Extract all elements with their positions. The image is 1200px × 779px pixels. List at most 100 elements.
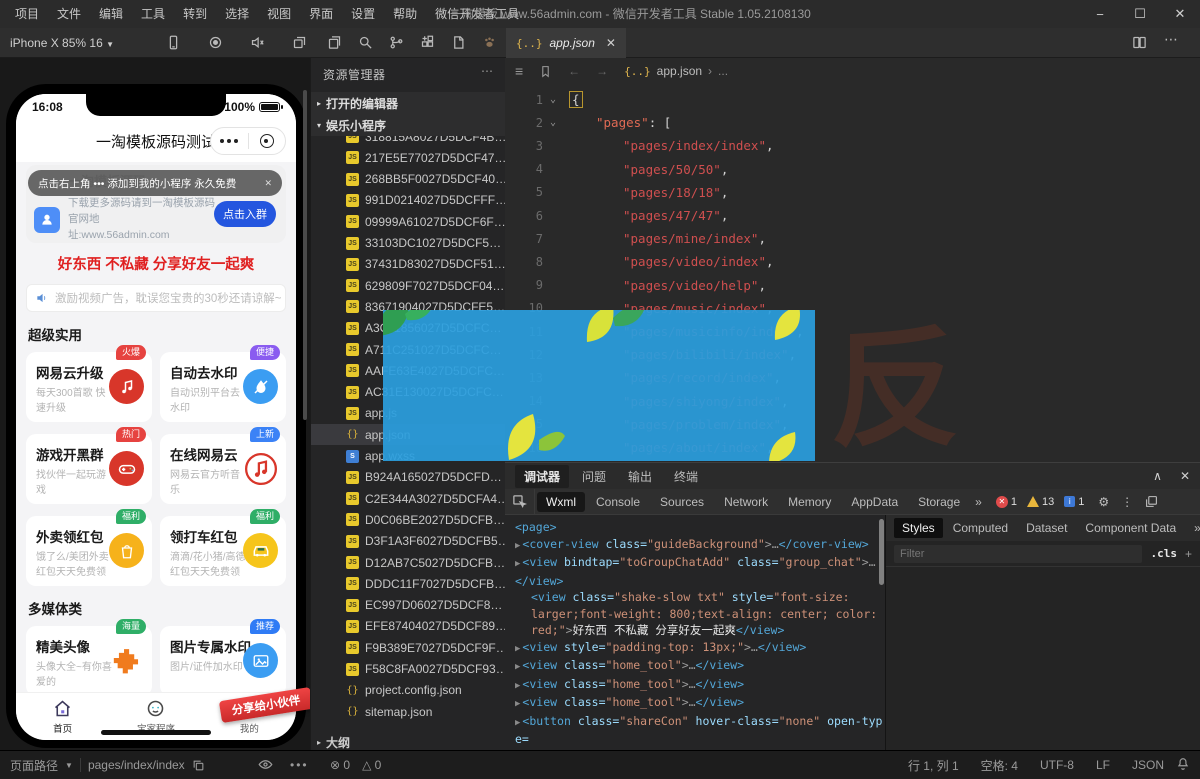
close-button[interactable]: ✕ (1160, 0, 1200, 28)
explorer-more-icon[interactable]: ⋯ (481, 64, 493, 78)
file-row-F9B389E7027D5DCF9F[interactable]: JSF9B389E7027D5DCF9F… (311, 637, 505, 658)
styles-tab-dataset[interactable]: Dataset (1018, 518, 1075, 538)
menu-item-7[interactable]: 界面 (300, 0, 342, 28)
list-icon[interactable]: ≡ (515, 63, 523, 79)
code-line-3[interactable]: 3"pages/index/index", (505, 134, 1200, 157)
file-row-629809F7027D5DCF04[interactable]: JS629809F7027D5DCF04… (311, 275, 505, 296)
file-row-C2E344A3027D5DCFA4[interactable]: JSC2E344A3027D5DCFA4… (311, 488, 505, 509)
code-line-8[interactable]: 8"pages/video/index", (505, 250, 1200, 273)
wxml-node[interactable]: ▶<view class="home_tool">…</view> (511, 657, 883, 676)
devtools-tab-appdata[interactable]: AppData (842, 492, 907, 512)
problems-summary[interactable]: ⊗ 0 △ 0 (330, 751, 381, 779)
file-row-EC997D06027D5DCF8[interactable]: JSEC997D06027D5DCF8… (311, 595, 505, 616)
tool-card-在线网易云[interactable]: 上新在线网易云网易云官方听音乐 (160, 434, 286, 504)
page-path-value[interactable]: pages/index/index (88, 758, 185, 772)
wxml-node[interactable]: ▶<button class="shareCon" hover-class="n… (511, 713, 883, 748)
style-filter-input[interactable] (894, 545, 1142, 563)
menu-item-8[interactable]: 设置 (342, 0, 384, 28)
device-selector[interactable]: iPhone X 85% 16 ▼ (10, 28, 114, 60)
panel-tab-问题[interactable]: 问题 (573, 465, 615, 488)
wxml-node[interactable]: red;">好东西 不私藏 分享好友一起爽</view> (511, 622, 883, 639)
panel-tab-调试器[interactable]: 调试器 (515, 465, 569, 488)
file-row-37431D83027D5DCF51[interactable]: JS37431D83027D5DCF51… (311, 254, 505, 275)
wxml-node[interactable]: ▶<view class="home_tool">…</view> (511, 676, 883, 695)
code-line-4[interactable]: 4"pages/50/50", (505, 158, 1200, 181)
cls-toggle[interactable]: .cls (1150, 547, 1177, 560)
code-line-2[interactable]: 2⌄"pages": [ (505, 111, 1200, 134)
styles-tab-component-data[interactable]: Component Data (1077, 518, 1184, 538)
multi-window-icon[interactable] (292, 35, 308, 51)
close-panel-icon[interactable]: ✕ (1180, 469, 1190, 483)
panel-tab-输出[interactable]: 输出 (619, 465, 661, 488)
file-row-D12AB7C5027D5DCFB[interactable]: JSD12AB7C5027D5DCFB… (311, 552, 505, 573)
file-row-B924A165027D5DCFD[interactable]: JSB924A165027D5DCFD… (311, 467, 505, 488)
collapse-panel-icon[interactable]: ∧ (1153, 469, 1162, 483)
wxml-node[interactable]: ▶<cover-view class="guideBackground">…</… (511, 536, 883, 555)
menu-item-9[interactable]: 帮助 (384, 0, 426, 28)
copy-path-icon[interactable] (192, 759, 205, 772)
capsule-menu[interactable] (210, 127, 286, 155)
toast-close-icon[interactable]: ✕ (264, 178, 272, 189)
tabs-overflow-icon[interactable]: » (975, 495, 982, 509)
section-open-editors[interactable]: ▸打开的编辑器 (311, 92, 505, 114)
maximize-button[interactable]: ☐ (1120, 0, 1160, 28)
breadcrumb[interactable]: {..} app.json › ... (624, 64, 728, 78)
code-line-9[interactable]: 9"pages/video/help", (505, 274, 1200, 297)
file-doc-icon[interactable] (451, 35, 467, 51)
devtools-tab-storage[interactable]: Storage (909, 492, 969, 512)
tool-card-图片专属水印[interactable]: 推荐图片专属水印图片/证件加水印 (160, 626, 286, 696)
wxml-node[interactable]: ▶<view bindtap="toGroupChatAdd" class="g… (511, 554, 883, 573)
tool-card-游戏开黑群[interactable]: 热门游戏开黑群找伙伴一起玩游戏 (26, 434, 152, 504)
tool-card-网易云升级[interactable]: 火爆网易云升级每天300首歌 快速升级 (26, 352, 152, 422)
more-dots-icon[interactable] (211, 139, 248, 143)
menu-item-1[interactable]: 文件 (48, 0, 90, 28)
menu-item-5[interactable]: 选择 (216, 0, 258, 28)
inspect-element-icon[interactable] (505, 489, 535, 514)
join-group-button[interactable]: 点击入群 (214, 201, 276, 227)
menu-item-4[interactable]: 转到 (174, 0, 216, 28)
exit-target-icon[interactable] (249, 134, 286, 148)
devtools-tab-memory[interactable]: Memory (779, 492, 840, 512)
wxml-node[interactable]: ▶<view style="padding-top: 13px;">…</vie… (511, 639, 883, 658)
menu-item-2[interactable]: 编辑 (90, 0, 132, 28)
minimize-button[interactable]: − (1080, 0, 1120, 28)
code-line-7[interactable]: 7"pages/mine/index", (505, 227, 1200, 250)
code-line-1[interactable]: 1⌄{ (505, 88, 1200, 111)
status-item-1[interactable]: 空格: 4 (981, 757, 1018, 774)
files-icon[interactable] (327, 35, 343, 51)
kebab-menu-icon[interactable]: ⋮ (1121, 495, 1133, 509)
file-row-sitemap.json[interactable]: {}sitemap.json (311, 701, 505, 722)
fold-chevron-icon[interactable]: ⌄ (543, 94, 563, 105)
tool-card-自动去水印[interactable]: 便捷自动去水印自动识别平台去水印 (160, 352, 286, 422)
fold-chevron-icon[interactable]: ⌄ (543, 117, 563, 128)
wxml-node[interactable]: </view> (511, 573, 883, 590)
file-row-D0C06BE2027D5DCFB[interactable]: JSD0C06BE2027D5DCFB… (311, 509, 505, 530)
search-icon[interactable] (358, 35, 374, 51)
file-row-09999A61027D5DCF6F[interactable]: JS09999A61027D5DCF6F… (311, 211, 505, 232)
editor-tab-appjson[interactable]: {..} app.json ✕ (506, 28, 626, 58)
notifications-bell-icon[interactable] (1176, 757, 1190, 771)
code-line-6[interactable]: 6"pages/47/47", (505, 204, 1200, 227)
wxml-node[interactable]: <view class="shake-slow txt" style="font… (511, 589, 883, 606)
section-miniprogram[interactable]: ▾娱乐小程序 (311, 114, 505, 136)
close-tab-icon[interactable]: ✕ (606, 36, 616, 50)
eye-icon[interactable] (258, 757, 273, 772)
file-row-268BB5F0027D5DCF40[interactable]: JS268BB5F0027D5DCF40… (311, 169, 505, 190)
file-row-217E5E77027D5DCF47[interactable]: JS217E5E77027D5DCF47… (311, 147, 505, 168)
bookmark-icon[interactable] (539, 65, 552, 78)
more-icon[interactable]: ⋯ (1164, 31, 1180, 47)
status-item-3[interactable]: LF (1096, 758, 1110, 772)
tabbar-item-首页[interactable]: 首页 (16, 693, 109, 740)
source-control-icon[interactable] (389, 35, 405, 51)
wxml-node[interactable]: ▶<view class="home_tool">…</view> (511, 694, 883, 713)
page-path-label[interactable]: 页面路径 (10, 757, 58, 774)
status-item-4[interactable]: JSON (1132, 758, 1164, 772)
file-row-D3F1A3F6027D5DCFB5[interactable]: JSD3F1A3F6027D5DCFB5… (311, 531, 505, 552)
wxml-tree[interactable]: <page>▶<cover-view class="guideBackgroun… (505, 515, 885, 751)
forward-arrow-icon[interactable]: → (596, 64, 608, 78)
file-row-33103DC1027D5DCF5[interactable]: JS33103DC1027D5DCF5… (311, 233, 505, 254)
mute-icon[interactable] (250, 35, 266, 51)
more-icon[interactable]: ••• (290, 751, 309, 779)
file-row-F58C8FA0027D5DCF93[interactable]: JSF58C8FA0027D5DCF93… (311, 659, 505, 680)
tree-scrollbar[interactable] (879, 519, 884, 585)
